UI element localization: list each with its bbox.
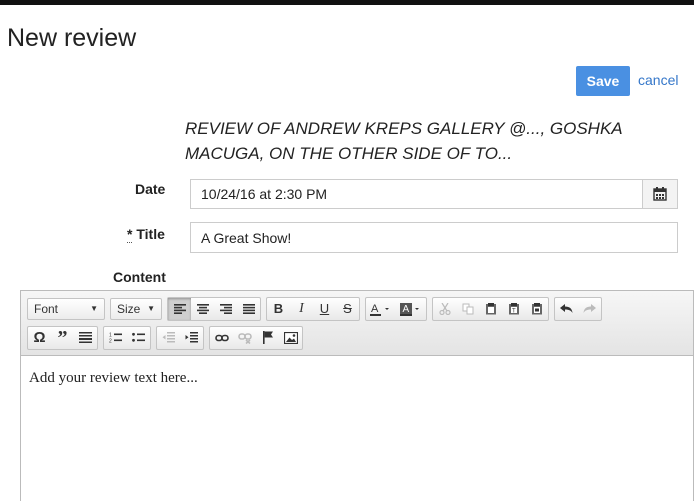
special-character-button[interactable]: Ω (28, 327, 51, 349)
background-color-button[interactable]: A (396, 298, 426, 320)
omega-icon: Ω (33, 329, 46, 346)
date-field[interactable]: 10/24/16 at 2:30 PM (190, 179, 678, 209)
rich-text-editor: Font ▼ Size ▼ B I U S A A T Ω ” 1 2 Add … (20, 290, 694, 501)
title-label-text: Title (136, 226, 165, 242)
calendar-icon (653, 187, 667, 201)
review-heading: REVIEW OF ANDREW KREPS GALLERY @..., GOS… (185, 119, 623, 163)
strikethrough-button[interactable]: S (336, 298, 359, 320)
quote-icon: ” (57, 326, 68, 349)
font-combo[interactable]: Font ▼ (27, 297, 105, 320)
bulleted-list-button[interactable] (127, 327, 150, 349)
align-justify-icon (242, 303, 255, 314)
unlink-icon (237, 332, 252, 344)
undo-icon (560, 303, 573, 313)
horizontal-rule-button[interactable] (74, 327, 97, 349)
history-group (554, 296, 602, 321)
numbered-list-icon: 12 (109, 333, 122, 344)
align-group (167, 296, 261, 321)
insert-text-group: Ω ” (27, 325, 98, 350)
indent-icon (185, 332, 198, 343)
save-button[interactable]: Save (576, 66, 630, 96)
italic-button[interactable]: I (290, 298, 313, 320)
outdent-icon (162, 332, 175, 343)
title-label: * Title (127, 226, 165, 243)
align-center-icon (196, 303, 209, 314)
align-right-button[interactable] (214, 298, 237, 320)
italic-icon: I (299, 300, 304, 316)
copy-button[interactable] (456, 298, 479, 320)
svg-text:2: 2 (109, 339, 112, 344)
cut-button[interactable] (433, 298, 456, 320)
date-label: Date (135, 181, 166, 197)
title-input[interactable] (190, 222, 678, 253)
align-center-button[interactable] (191, 298, 214, 320)
editor-content-area[interactable]: Add your review text here... (21, 356, 693, 401)
link-icon (214, 334, 229, 341)
outdent-button[interactable] (157, 327, 180, 349)
scissors-icon (438, 302, 451, 315)
align-justify-button[interactable] (237, 298, 260, 320)
chevron-down-icon: ▼ (90, 304, 98, 313)
bold-button[interactable]: B (267, 298, 290, 320)
toolbar-row-2: Ω ” 12 (27, 325, 687, 350)
text-color-button[interactable]: A (366, 298, 396, 320)
text-style-group: B I U S (266, 296, 360, 321)
image-button[interactable] (279, 327, 302, 349)
align-left-icon (173, 303, 186, 314)
editor-toolbar: Font ▼ Size ▼ B I U S A A T Ω ” 1 2 (21, 291, 693, 356)
paste-word-icon (531, 303, 542, 315)
top-border (0, 0, 694, 5)
redo-icon (583, 303, 596, 313)
align-right-icon (219, 303, 232, 314)
underline-button[interactable]: U (313, 298, 336, 320)
page-title: New review (7, 24, 137, 52)
cancel-link[interactable]: cancel (638, 72, 678, 88)
svg-text:A: A (403, 304, 410, 315)
underline-icon: U (319, 301, 330, 316)
redo-button[interactable] (578, 298, 601, 320)
indent-group (156, 325, 204, 350)
anchor-button[interactable] (256, 327, 279, 349)
align-left-button[interactable] (168, 297, 191, 320)
clipboard-group: T (432, 296, 549, 321)
required-marker: * (127, 226, 133, 243)
paste-word-button[interactable] (525, 298, 548, 320)
strikethrough-icon: S (343, 301, 352, 316)
paste-text-icon: T (508, 303, 519, 315)
unlink-button[interactable] (233, 327, 256, 349)
date-value[interactable]: 10/24/16 at 2:30 PM (191, 180, 642, 208)
copy-icon (462, 303, 473, 314)
size-combo-label: Size (117, 301, 141, 316)
link-button[interactable] (210, 327, 233, 349)
color-group: A A (365, 296, 427, 321)
size-combo[interactable]: Size ▼ (110, 297, 162, 320)
content-label: Content (113, 269, 166, 285)
toolbar-row-1: Font ▼ Size ▼ B I U S A A T (27, 296, 687, 321)
numbered-list-button[interactable]: 12 (104, 327, 127, 349)
horizontal-rule-icon (79, 332, 92, 343)
chevron-down-icon: ▼ (147, 304, 155, 313)
font-combo-label: Font (34, 301, 59, 316)
paste-text-button[interactable]: T (502, 298, 525, 320)
clipboard-icon (485, 303, 496, 315)
list-group: 12 (103, 325, 151, 350)
indent-button[interactable] (180, 327, 203, 349)
background-color-icon: A (400, 302, 419, 316)
paste-button[interactable] (479, 298, 502, 320)
calendar-button[interactable] (642, 180, 677, 208)
svg-text:T: T (512, 309, 516, 315)
svg-text:A: A (371, 303, 379, 315)
bulleted-list-icon (132, 332, 145, 342)
link-group (209, 325, 303, 350)
bold-icon: B (273, 301, 284, 316)
flag-icon (262, 331, 273, 344)
blockquote-button[interactable]: ” (51, 327, 74, 349)
image-icon (283, 331, 298, 344)
undo-button[interactable] (555, 298, 578, 320)
text-color-icon: A (370, 303, 389, 316)
